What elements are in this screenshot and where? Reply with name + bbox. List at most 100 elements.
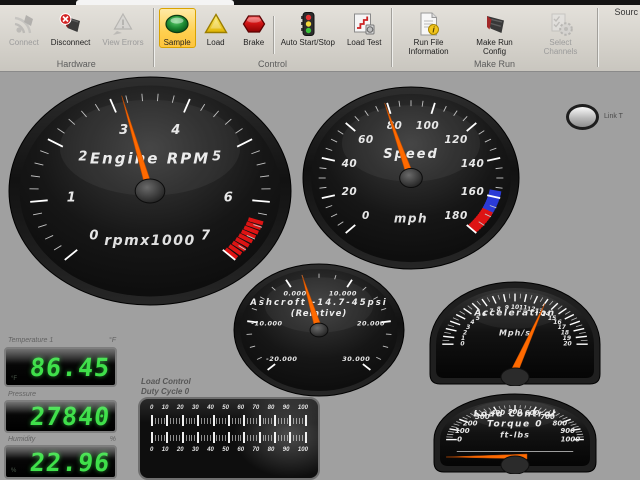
duty-scale-number: 0 xyxy=(150,405,153,411)
duty-tick xyxy=(176,418,177,424)
display-unit-text: °F xyxy=(109,337,116,344)
duty-tick xyxy=(194,418,195,424)
ribbon-tab-strip xyxy=(0,0,640,5)
view-errors-button: View Errors xyxy=(97,8,148,48)
duty-tick xyxy=(189,418,190,424)
button-label: Disconnect xyxy=(51,38,91,47)
select-channels-button: Select Channels xyxy=(529,8,593,57)
duty-tick xyxy=(186,418,187,424)
button-label: Connect xyxy=(9,38,39,47)
channels-icon xyxy=(548,11,574,37)
duty-tick xyxy=(219,418,220,424)
duty-tick xyxy=(216,418,217,424)
button-label: Run File Information xyxy=(402,38,456,56)
button-label: Make Run Config xyxy=(468,38,522,56)
auto-start-stop-button[interactable]: Auto Start/Stop xyxy=(276,8,340,48)
temperature-display-label: Temperature 1 °F xyxy=(8,337,116,344)
svg-text:Mph/s: Mph/s xyxy=(499,329,531,338)
duty-tick xyxy=(176,435,177,441)
load-test-button[interactable]: Load Test xyxy=(342,8,387,48)
svg-text:20: 20 xyxy=(342,186,358,198)
dashboard-window: Connect Disconnect View Errors Hardware Samp… xyxy=(0,0,640,480)
svg-text:1000: 1000 xyxy=(561,436,581,444)
connect-icon xyxy=(11,11,37,37)
button-label: Load Test xyxy=(347,38,382,47)
temperature-value: 86.45 xyxy=(28,355,116,380)
button-label: Brake xyxy=(243,38,264,47)
duty-tick xyxy=(164,435,165,441)
duty-tick xyxy=(191,418,192,424)
svg-text:0: 0 xyxy=(362,210,370,222)
duty-tick xyxy=(225,435,226,441)
duty-tick xyxy=(170,418,171,424)
svg-text:7: 7 xyxy=(201,229,211,244)
acceleration-gauge: 01234567891011121314151617181920Accelera… xyxy=(427,276,603,386)
display-label-text: Humidity xyxy=(8,436,35,443)
humidity-value: 22.96 xyxy=(28,450,116,475)
sample-button[interactable]: Sample xyxy=(159,8,196,48)
duty-cycle-slider[interactable]: 0102030405060708090100 01020304050607080… xyxy=(138,397,320,480)
pressure-value: 27840 xyxy=(28,404,116,429)
duty-scale-number: 40 xyxy=(207,405,214,411)
duty-scale-number: 40 xyxy=(207,447,214,453)
pressure-display: 27840 xyxy=(4,400,117,433)
svg-text:20.000: 20.000 xyxy=(357,320,385,328)
duty-tick xyxy=(204,418,205,424)
duty-cycle-label-line2: Duty Cycle 0 xyxy=(141,387,191,397)
duty-tick xyxy=(219,435,220,441)
button-label: Sample xyxy=(164,38,191,47)
svg-text:3: 3 xyxy=(119,123,129,138)
svg-text:mph: mph xyxy=(394,211,428,225)
toolbar-separator xyxy=(391,8,392,67)
view-errors-icon xyxy=(110,11,136,37)
pressure-gauge: -20.000-10.0000.00010.00020.00030.000Ash… xyxy=(233,263,405,397)
svg-text:140: 140 xyxy=(461,158,484,170)
svg-text:Speed: Speed xyxy=(383,147,439,162)
svg-text:0: 0 xyxy=(457,436,462,444)
file-info-icon: i xyxy=(416,11,442,37)
svg-text:2: 2 xyxy=(78,150,88,165)
ribbon-active-tab[interactable] xyxy=(76,0,234,5)
duty-tick xyxy=(182,415,184,426)
duty-tick xyxy=(186,435,187,441)
duty-tick xyxy=(213,432,215,443)
toolbar-group-hardware: Connect Disconnect View Errors Hardware xyxy=(0,0,153,71)
run-file-information-button[interactable]: iRun File Information xyxy=(397,8,461,57)
button-label: Select Channels xyxy=(534,38,588,56)
duty-tick xyxy=(151,432,153,443)
svg-text:4: 4 xyxy=(170,123,181,138)
toolbar-group-label: Hardware xyxy=(0,58,153,71)
toolbar-group-make-run: iRun File Information Make Run Config Sele… xyxy=(393,0,597,71)
load-test-icon xyxy=(351,11,377,37)
duty-tick xyxy=(155,435,156,441)
button-label: View Errors xyxy=(102,38,143,47)
duty-scale-number: 30 xyxy=(192,447,199,453)
make-run-config-button[interactable]: Make Run Config xyxy=(463,8,527,57)
toolbar-separator xyxy=(273,16,274,54)
duty-tick xyxy=(228,432,230,443)
duty-panel-glare xyxy=(233,399,320,478)
svg-text:120: 120 xyxy=(444,134,467,146)
duty-tick xyxy=(155,418,156,424)
svg-text:ft-lbs: ft-lbs xyxy=(500,431,530,440)
speed-gauge: 020406080100120140160180Speedmph xyxy=(302,86,520,270)
duty-tick xyxy=(179,418,180,424)
button-label: Auto Start/Stop xyxy=(281,38,335,47)
humidity-display-label: Humidity % xyxy=(8,436,116,443)
duty-scale-number: 30 xyxy=(192,405,199,411)
disconnect-button[interactable]: Disconnect xyxy=(46,8,96,48)
duty-tick xyxy=(197,432,199,443)
duty-cycle-label: Load Control Duty Cycle 0 xyxy=(141,377,191,396)
display-inner-unit: °F xyxy=(11,376,17,382)
duty-tick xyxy=(222,435,223,441)
svg-text:900: 900 xyxy=(560,427,575,435)
duty-tick xyxy=(173,435,174,441)
svg-text:180: 180 xyxy=(444,210,467,222)
duty-tick xyxy=(170,435,171,441)
duty-tick xyxy=(216,435,217,441)
duty-tick xyxy=(197,415,199,426)
duty-scale-number: 10 xyxy=(162,405,169,411)
brake-button[interactable]: Brake xyxy=(236,8,272,48)
load-button[interactable]: Load xyxy=(198,8,234,48)
duty-scale-number: 50 xyxy=(222,447,229,453)
